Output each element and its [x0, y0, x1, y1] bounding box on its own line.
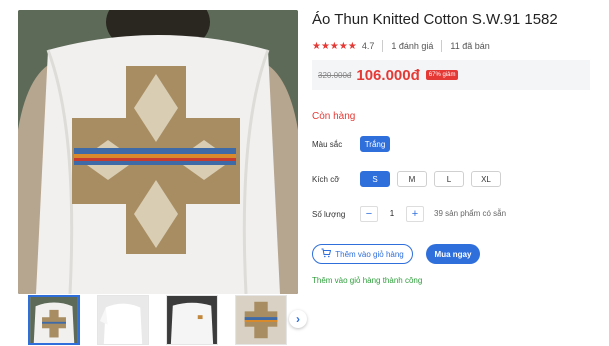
cart-icon — [321, 248, 332, 260]
thumbnail-2[interactable] — [97, 295, 149, 345]
old-price: 320.000đ — [318, 70, 352, 80]
new-price: 106.000đ — [356, 66, 420, 84]
star-icon: ★★★★★ — [312, 40, 357, 52]
thumbnail-3[interactable] — [166, 295, 218, 345]
size-option-l[interactable]: L — [434, 171, 464, 187]
buy-now-button[interactable]: Mua ngay — [426, 244, 480, 264]
quantity-stock: 39 sản phẩm có sẵn — [434, 209, 507, 218]
thumbnail-4[interactable] — [235, 295, 287, 345]
main-product-image[interactable] — [18, 10, 298, 294]
price-box: 320.000đ 106.000đ 67% giảm — [312, 60, 590, 90]
color-label: Màu sắc — [312, 140, 343, 149]
color-option-white[interactable]: Trắng — [360, 136, 390, 152]
product-title: Áo Thun Knitted Cotton S.W.91 1582 — [312, 11, 558, 28]
chevron-right-icon[interactable]: › — [289, 310, 307, 328]
rating-value: 4.7 — [361, 41, 375, 51]
success-message: Thêm vào giỏ hàng thành công — [312, 276, 423, 285]
rating-row: ★★★★★ 4.7 1 đánh giá 11 đã bán — [312, 40, 490, 52]
plus-icon[interactable]: + — [406, 206, 424, 222]
discount-badge: 67% giảm — [425, 70, 459, 80]
quantity-input[interactable]: 1 — [387, 209, 397, 218]
review-count[interactable]: 1 đánh giá — [391, 41, 433, 51]
sold-count: 11 đã bán — [450, 41, 490, 51]
size-label: Kích cỡ — [312, 175, 340, 184]
add-to-cart-button[interactable]: Thêm vào giỏ hàng — [312, 244, 413, 264]
stock-status: Còn hàng — [312, 111, 356, 122]
thumbnail-1[interactable] — [28, 295, 80, 345]
divider — [441, 40, 443, 52]
size-option-m[interactable]: M — [397, 171, 427, 187]
add-to-cart-label: Thêm vào giỏ hàng — [335, 249, 404, 259]
size-option-xl[interactable]: XL — [471, 171, 501, 187]
minus-icon[interactable]: − — [360, 206, 378, 222]
divider — [382, 40, 384, 52]
size-option-s[interactable]: S — [360, 171, 390, 187]
quantity-label: Số lượng — [312, 210, 346, 219]
